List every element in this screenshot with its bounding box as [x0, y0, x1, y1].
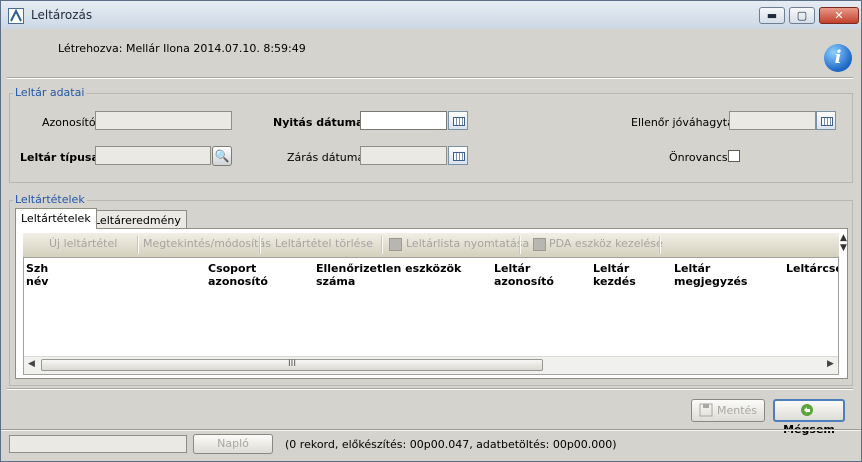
column-header-ellenorizetlen[interactable]: Ellenőrizetlen eszközök száma [316, 262, 461, 288]
column-header-line: Leltár [674, 262, 711, 275]
column-header-szh-nev[interactable]: Szh név [26, 262, 48, 288]
id-field [95, 111, 232, 130]
items-table[interactable]: Szh név Csoport azonosító Ellenőrizetlen… [23, 257, 839, 375]
close-date-label: Zárás dátuma: [287, 151, 368, 164]
tab-leltartetelek[interactable]: Leltártételek [15, 208, 97, 229]
toolbar-divider [381, 236, 383, 254]
status-text: (0 rekord, előkészítés: 00p00.047, adatb… [285, 438, 617, 451]
status-separator [1, 429, 861, 431]
close-date-calendar-icon[interactable] [448, 146, 468, 165]
type-field [95, 146, 211, 165]
save-label: Mentés [716, 404, 758, 417]
approved-field [729, 111, 816, 130]
title-bar[interactable]: Leltározás ▬ ▢ ✕ [1, 1, 861, 29]
save-button[interactable]: Mentés [691, 399, 765, 422]
column-header-line: Ellenőrizetlen eszközök [316, 262, 462, 275]
scroll-right-icon[interactable]: ▶ [827, 359, 834, 369]
maximize-button[interactable]: ▢ [789, 7, 815, 24]
inventory-data-group [9, 93, 853, 183]
print-list-button[interactable]: Leltárlista nyomtatása [406, 237, 529, 250]
scroll-down-icon[interactable]: ▼ [840, 243, 847, 253]
close-button[interactable]: ✕ [819, 7, 859, 24]
column-header-line: Szh [26, 262, 49, 275]
window-title: Leltározás [31, 8, 93, 22]
column-header-line: kezdés [593, 275, 636, 288]
toolbar-divider [659, 236, 661, 254]
scrollbar-thumb[interactable]: III [41, 359, 543, 371]
pda-manage-button[interactable]: PDA eszköz kezelése [549, 237, 663, 250]
open-date-field[interactable] [360, 111, 447, 130]
column-header-line: azonosító [494, 275, 554, 288]
self-check-label: Önrovancs: [669, 151, 732, 164]
created-by-text: Létrehozva: Mellár Ilona 2014.07.10. 8:5… [58, 42, 306, 55]
column-header-csoport[interactable]: Csoport azonosító [208, 262, 268, 288]
magnifier-icon: 🔍 [214, 149, 230, 163]
delete-item-button[interactable]: Leltártétel törlése [275, 237, 373, 250]
open-date-label: Nyitás dátuma: [273, 116, 368, 129]
main-window: Leltározás ▬ ▢ ✕ Létrehozva: Mellár Ilon… [0, 0, 862, 462]
view-edit-button[interactable]: Megtekintés/módosítás [143, 237, 271, 250]
floppy-icon [699, 403, 713, 417]
tab-leltareredmeny[interactable]: Leltáreredmény [88, 210, 187, 229]
scroll-left-icon[interactable]: ◀ [28, 359, 35, 369]
self-check-checkbox[interactable] [728, 150, 740, 162]
app-icon [8, 8, 24, 24]
column-header-leltar-azonosito[interactable]: Leltár azonosító [494, 262, 554, 288]
column-header-line: száma [316, 275, 356, 288]
column-header-line: megjegyzés [674, 275, 748, 288]
column-header-leltar-kezdes[interactable]: Leltár kezdés [593, 262, 636, 288]
header-separator [7, 77, 853, 79]
close-date-field [360, 146, 447, 165]
log-button[interactable]: Napló [193, 434, 273, 454]
items-group-title: Leltártételek [13, 193, 87, 206]
new-item-button[interactable]: Új leltártétel [49, 237, 117, 250]
items-toolbar: Új leltártétel Megtekintés/módosítás Lel… [23, 233, 839, 258]
column-header-leltarcsop[interactable]: Leltárcsop [786, 262, 838, 275]
status-field [9, 435, 187, 453]
content-separator [7, 388, 853, 390]
id-label: Azonosító: [42, 116, 100, 129]
column-header-line: Leltár [593, 262, 630, 275]
column-header-line: Leltárcsop [786, 262, 838, 275]
approved-calendar-icon[interactable] [816, 111, 836, 130]
toolbar-divider [519, 236, 521, 254]
cancel-button[interactable]: Mégsem [773, 399, 845, 436]
undo-icon [800, 403, 814, 417]
approved-label: Ellenőr jóváhagyta: [631, 116, 738, 129]
toolbar-divider [259, 236, 261, 254]
open-date-calendar-icon[interactable] [448, 111, 468, 130]
column-header-line: Leltár [494, 262, 531, 275]
inventory-data-title: Leltár adatai [13, 86, 87, 99]
minimize-button[interactable]: ▬ [759, 7, 785, 24]
column-header-line: Csoport [208, 262, 257, 275]
printer-icon [389, 238, 402, 251]
pda-icon [533, 238, 546, 251]
column-header-line: azonosító [208, 275, 268, 288]
toolbar-divider [137, 236, 139, 254]
info-icon[interactable]: i [824, 44, 852, 72]
toolbar-scroll-arrows[interactable]: ▲ ▼ [840, 233, 847, 257]
column-header-leltar-megjegyzes[interactable]: Leltár megjegyzés [674, 262, 747, 288]
type-lookup-button[interactable]: 🔍 [212, 146, 232, 166]
scroll-up-icon[interactable]: ▲ [840, 233, 847, 243]
type-label: Leltár típusa: [20, 151, 104, 164]
column-header-line: név [26, 275, 49, 288]
horizontal-scrollbar[interactable]: ◀ III ▶ [24, 356, 838, 374]
